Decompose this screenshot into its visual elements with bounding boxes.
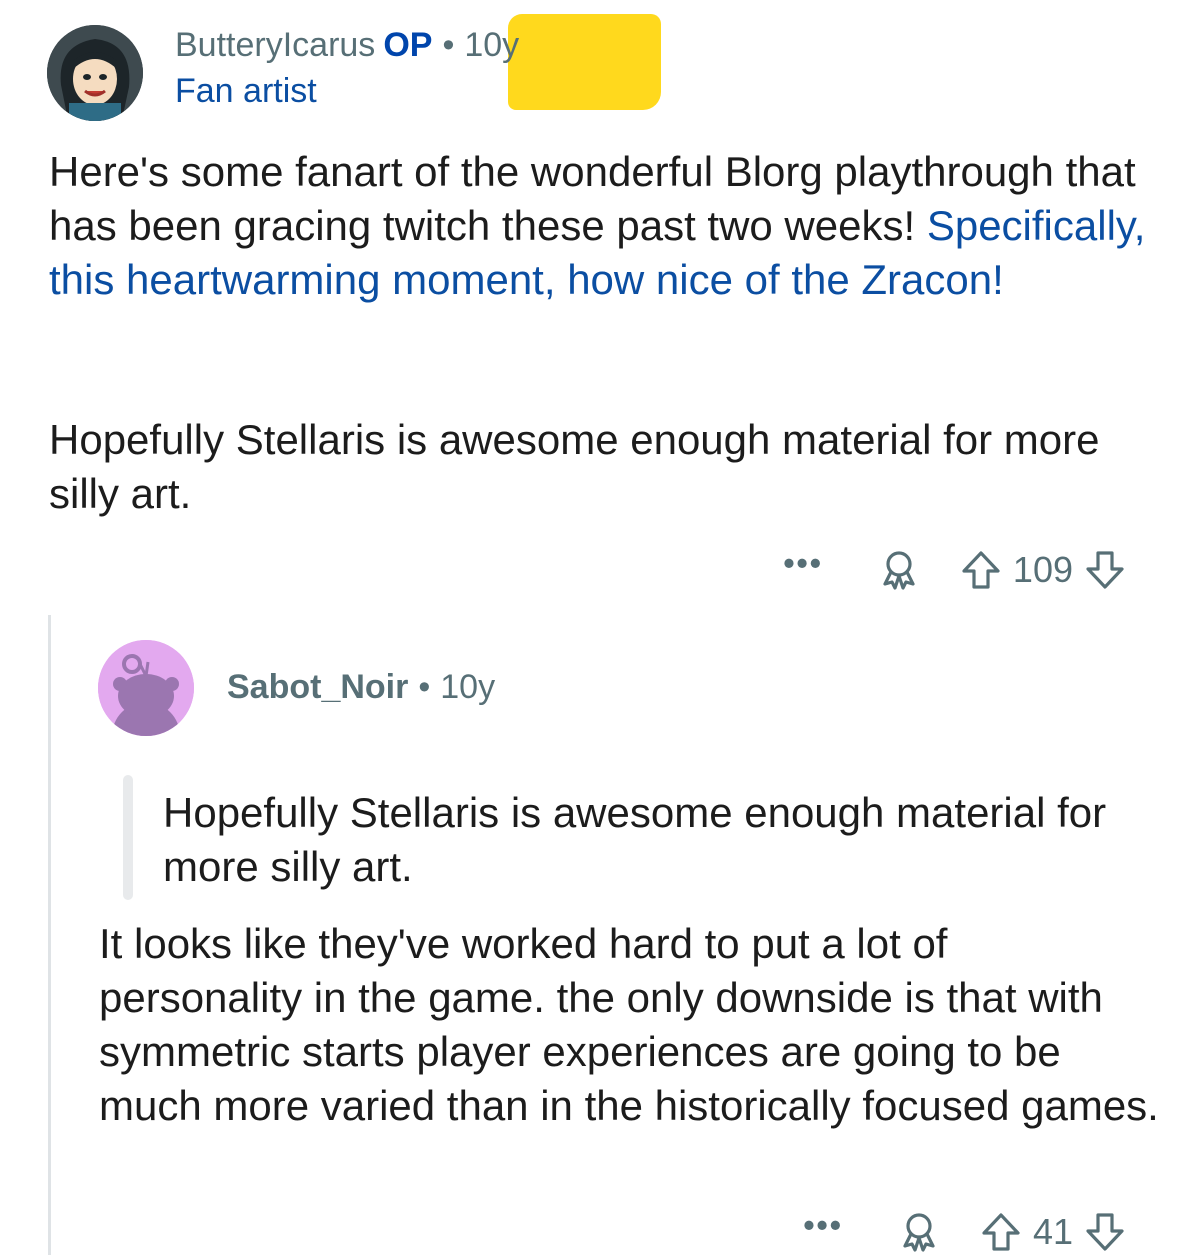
snoo-avatar[interactable] — [98, 640, 194, 736]
award-icon[interactable] — [897, 1210, 941, 1254]
downvote-arrow-icon[interactable] — [1083, 548, 1127, 592]
upvote-arrow-icon[interactable] — [979, 1210, 1023, 1254]
award-icon[interactable] — [877, 548, 921, 592]
meta-separator: • — [442, 26, 455, 64]
reply-body: It looks like they've worked hard to put… — [99, 920, 1159, 1129]
more-options-icon[interactable]: ••• — [783, 545, 823, 582]
highlight-marker — [508, 14, 661, 110]
vote-count: 109 — [1012, 549, 1073, 590]
reply-quote: Hopefully Stellaris is awesome enough ma… — [163, 789, 1107, 890]
reply-age: 10y — [440, 668, 496, 706]
quote-bar — [123, 775, 133, 900]
comment-body: Here's some fanart of the wonderful Blor… — [49, 145, 1149, 307]
reply-author-username[interactable]: Sabot_Noir — [227, 668, 408, 706]
meta-separator: • — [418, 668, 431, 706]
reply-action-bar: ••• 41 — [803, 1204, 1127, 1260]
user-flair: Fan artist — [175, 72, 317, 110]
comment-action-bar: ••• 109 — [783, 542, 1127, 598]
more-options-icon[interactable]: ••• — [803, 1207, 843, 1244]
op-badge: OP — [383, 26, 433, 64]
downvote-arrow-icon[interactable] — [1083, 1210, 1127, 1254]
reply-meta: Sabot_Noir • 10y — [227, 668, 495, 707]
comment-body-second-paragraph: Hopefully Stellaris is awesome enough ma… — [49, 416, 1100, 517]
comment-age: 10y — [464, 26, 520, 64]
author-username[interactable]: ButteryIcarus — [175, 26, 375, 64]
thread-line[interactable] — [48, 615, 51, 1255]
comment-meta: ButteryIcarus OP • 10y — [175, 26, 519, 65]
user-avatar[interactable] — [47, 25, 143, 121]
vote-count: 41 — [1032, 1211, 1073, 1252]
upvote-arrow-icon[interactable] — [959, 548, 1003, 592]
